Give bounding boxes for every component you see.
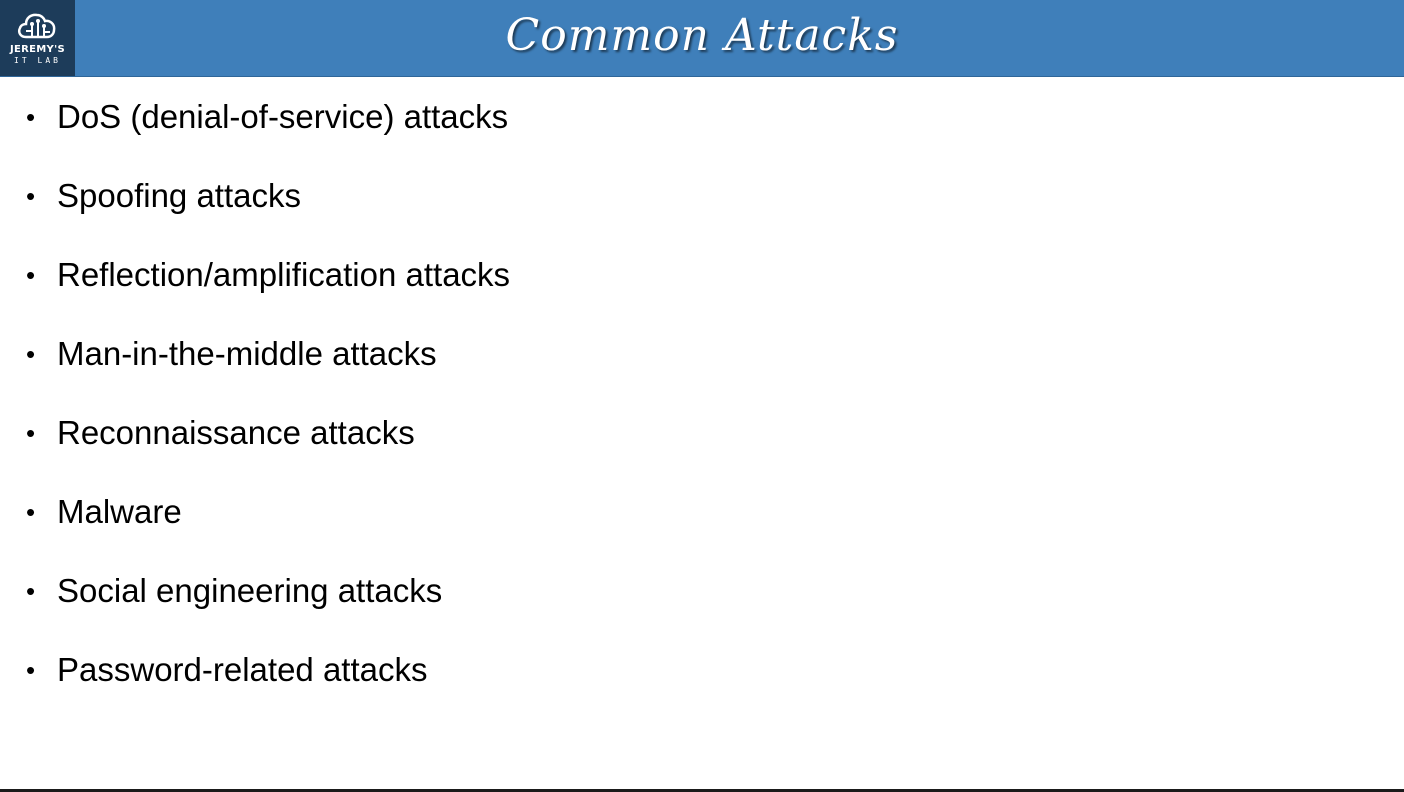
- slide-title: Common Attacks: [505, 10, 899, 61]
- bullet-dot: •: [26, 181, 36, 211]
- bullet-dot: •: [26, 339, 36, 369]
- bullet-text: Password-related attacks: [57, 651, 428, 688]
- bullet-text: DoS (denial-of-service) attacks: [57, 98, 509, 135]
- bullet-dot: •: [26, 576, 36, 606]
- bullet-dot: •: [26, 655, 36, 685]
- bullet-text: Spoofing attacks: [57, 177, 301, 214]
- bullet-text: Malware: [57, 493, 182, 530]
- bullet-text: Reflection/amplification attacks: [57, 256, 511, 293]
- bullet-text: Social engineering attacks: [57, 572, 443, 609]
- bullet-text: Man-in-the-middle attacks: [57, 335, 437, 372]
- bullet-dot: •: [26, 497, 36, 527]
- header-bar: JEREMY'S IT LAB Common Attacks: [0, 0, 1404, 77]
- bullet-text: Reconnaissance attacks: [57, 414, 415, 451]
- bullet-dot: •: [26, 418, 36, 448]
- slide: JEREMY'S IT LAB Common Attacks • DoS (de…: [0, 0, 1404, 792]
- bullet-dot: •: [26, 102, 36, 132]
- bullet-dot: •: [26, 260, 36, 290]
